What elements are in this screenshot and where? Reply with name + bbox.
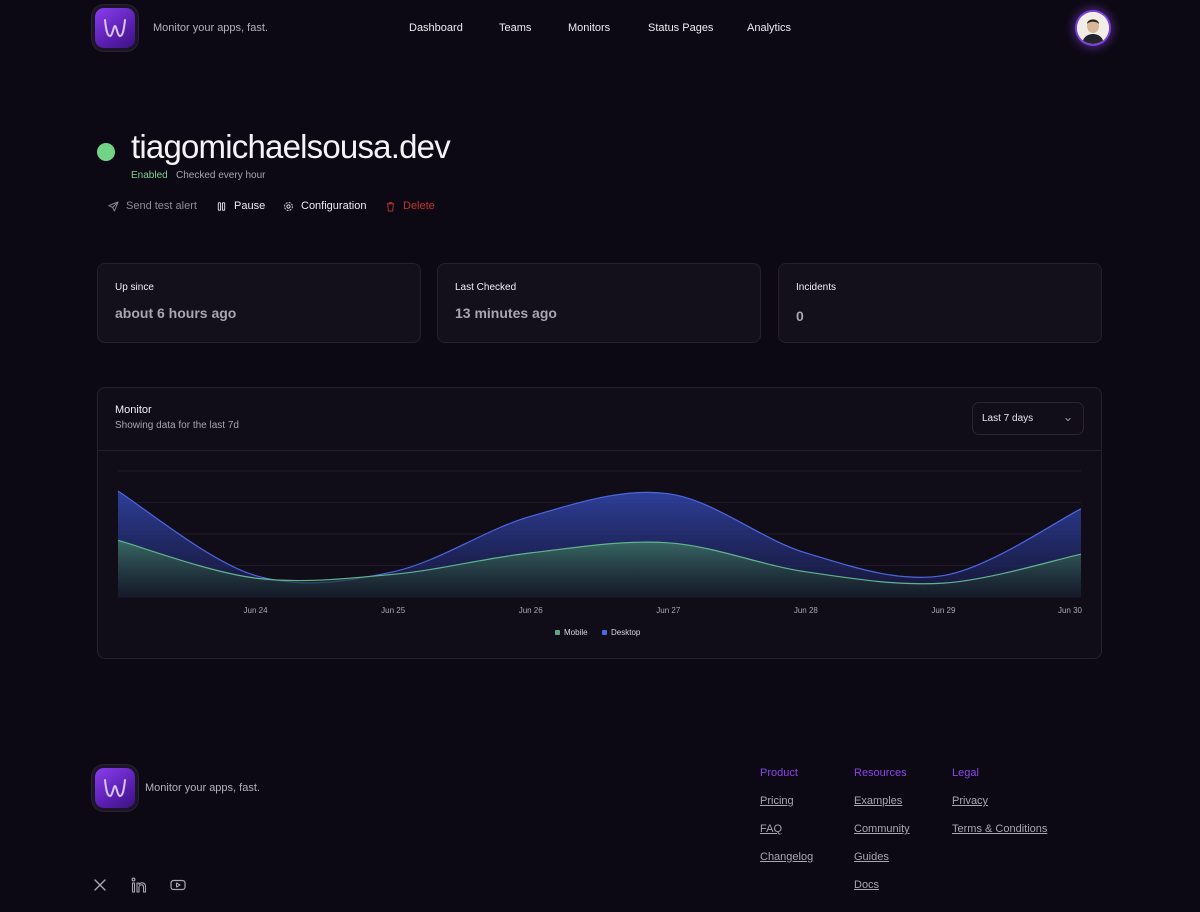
uptime-area-chart: Jun 24 Jun 25 Jun 26 Jun 27 Jun 28 Jun 29 Jun …: [117, 470, 1083, 615]
chevron-down-icon: [1065, 417, 1071, 422]
header-tagline: Monitor your apps, fast.: [153, 22, 268, 34]
send-icon: [108, 200, 119, 212]
pause-label: Pause: [234, 200, 266, 212]
w-logo-icon: [104, 779, 126, 798]
x-tick-label: Jun 29: [931, 606, 956, 615]
stat-value: 13 minutes ago: [455, 305, 557, 321]
x-tick-label: Jun 26: [519, 606, 544, 615]
x-icon: [94, 879, 106, 891]
legend-item-desktop[interactable]: Desktop: [602, 628, 640, 637]
footer-logo[interactable]: [95, 768, 135, 808]
nav-monitors[interactable]: Monitors: [568, 22, 610, 34]
footer-link-changelog[interactable]: Changelog: [760, 851, 813, 863]
x-tick-label: Jun 28: [794, 606, 819, 615]
nav-status-pages[interactable]: Status Pages: [648, 22, 713, 34]
x-tick-label: Jun 24: [244, 606, 269, 615]
footer-heading-resources: Resources: [854, 767, 907, 779]
send-test-alert-label: Send test alert: [126, 200, 197, 212]
range-select-value: Last 7 days: [982, 413, 1034, 424]
configuration-button[interactable]: Configuration: [283, 200, 366, 212]
legend-swatch-desktop: [602, 630, 607, 635]
footer-heading-product: Product: [760, 767, 798, 779]
status-label: Enabled: [131, 170, 168, 181]
legend-label-desktop: Desktop: [611, 628, 641, 637]
stat-value: about 6 hours ago: [115, 305, 237, 321]
stat-label: Last Checked: [455, 282, 517, 293]
stat-card-last-checked: Last Checked 13 minutes ago: [437, 263, 761, 343]
x-tick-label: Jun 27: [656, 606, 681, 615]
stat-card-up-since: Up since about 6 hours ago: [97, 263, 421, 343]
user-avatar[interactable]: [1077, 12, 1109, 44]
chart-panel-subtitle: Showing data for the last 7d: [115, 420, 239, 431]
footer-link-privacy[interactable]: Privacy: [952, 795, 988, 807]
gear-icon: [284, 201, 293, 211]
footer-link-pricing[interactable]: Pricing: [760, 795, 794, 807]
pause-button[interactable]: Pause: [216, 200, 265, 212]
send-test-alert-button[interactable]: Send test alert: [108, 200, 197, 212]
linkedin-icon: [131, 877, 147, 893]
footer-link-faq[interactable]: FAQ: [760, 823, 782, 835]
footer-link-examples[interactable]: Examples: [854, 795, 902, 807]
footer-tagline: Monitor your apps, fast.: [145, 782, 260, 794]
footer-link-terms[interactable]: Terms & Conditions: [952, 823, 1047, 835]
youtube-icon: [170, 879, 186, 891]
footer-link-docs[interactable]: Docs: [854, 879, 879, 891]
linkedin-link[interactable]: [131, 877, 147, 898]
nav-teams[interactable]: Teams: [499, 22, 531, 34]
configuration-label: Configuration: [301, 200, 367, 212]
footer-link-guides[interactable]: Guides: [854, 851, 889, 863]
avatar-portrait-icon: [1077, 12, 1109, 44]
trash-icon: [386, 201, 395, 212]
footer-heading-legal: Legal: [952, 767, 979, 779]
stat-value: 0: [796, 308, 804, 324]
stat-card-incidents: Incidents 0: [778, 263, 1102, 343]
x-tick-label: Jun 25: [381, 606, 406, 615]
stat-label: Incidents: [796, 282, 837, 293]
check-frequency: Checked every hour: [176, 170, 266, 181]
monitor-chart-panel: Monitor Showing data for the last 7d Las…: [97, 387, 1102, 659]
monitor-name: tiagomichaelsousa.dev: [131, 128, 451, 165]
w-logo-icon: [104, 19, 126, 38]
pause-icon: [217, 201, 226, 211]
area-mobile: [118, 540, 1081, 597]
nav-analytics[interactable]: Analytics: [747, 22, 791, 34]
youtube-link[interactable]: [170, 877, 186, 898]
delete-button[interactable]: Delete: [385, 200, 435, 212]
nav-dashboard[interactable]: Dashboard: [409, 22, 463, 34]
legend-swatch-mobile: [555, 630, 560, 635]
legend-label-mobile: Mobile: [564, 628, 588, 637]
chart-panel-title: Monitor: [115, 404, 152, 416]
range-select[interactable]: Last 7 days: [972, 402, 1084, 435]
stat-label: Up since: [115, 282, 154, 293]
legend-item-mobile[interactable]: Mobile: [555, 628, 588, 637]
status-indicator: [97, 143, 115, 161]
app-logo[interactable]: [95, 8, 135, 48]
x-tick-label: Jun 30: [1058, 606, 1083, 615]
footer-link-community[interactable]: Community: [854, 823, 910, 835]
delete-label: Delete: [403, 200, 435, 212]
x-link[interactable]: [92, 877, 108, 898]
